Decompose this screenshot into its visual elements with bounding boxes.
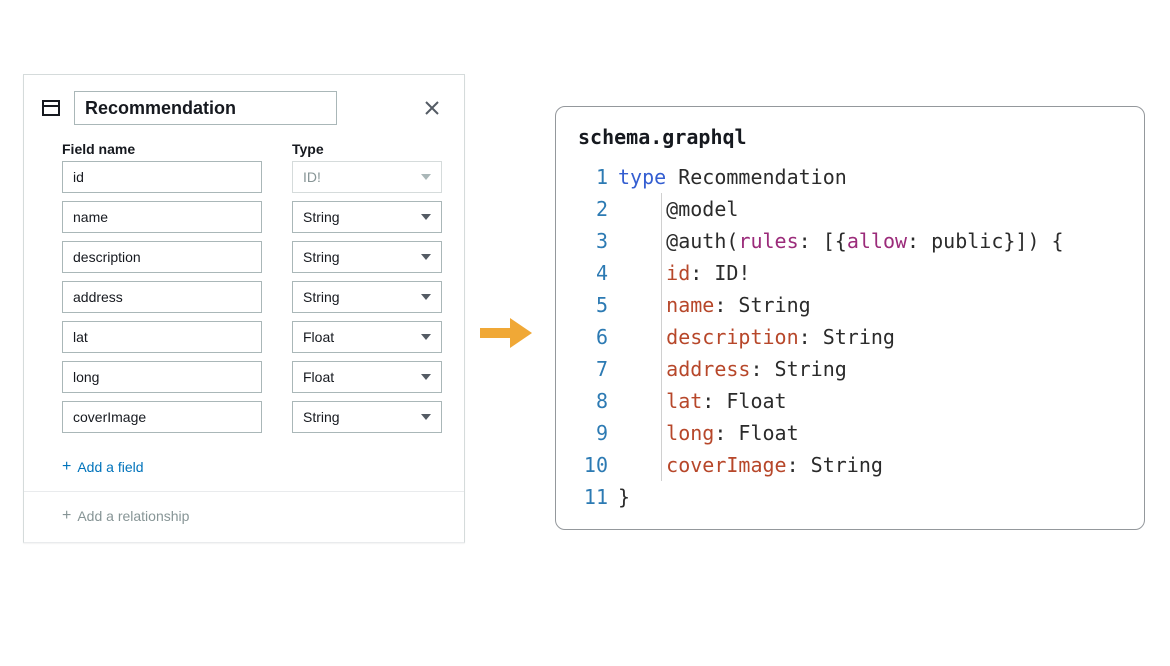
field-type-label: String [303, 409, 340, 425]
code-line: address: String [618, 353, 1144, 385]
field-name-input[interactable] [62, 401, 262, 433]
field-type-label: String [303, 209, 340, 225]
field-name-input[interactable] [62, 161, 262, 193]
field-type-select[interactable]: String [292, 201, 442, 233]
add-field-label: Add a field [77, 459, 143, 475]
schema-code-panel: schema.graphql 1234567891011 type Recomm… [555, 106, 1145, 530]
add-relationship-label: Add a relationship [77, 508, 189, 524]
code-line: } [618, 481, 1144, 513]
field-name-input[interactable] [62, 321, 262, 353]
field-name-input[interactable] [62, 281, 262, 313]
column-headers: Field name Type [24, 135, 464, 161]
code-line: lat: Float [618, 385, 1144, 417]
panel-header [24, 75, 464, 135]
schema-filename: schema.graphql [556, 125, 1144, 161]
code-line: type Recommendation [618, 161, 1144, 193]
model-editor-panel: Field name Type ID! String String String Flo… [23, 74, 465, 543]
code-line: coverImage: String [618, 449, 1144, 481]
line-number-gutter: 1234567891011 [556, 161, 618, 513]
line-number: 2 [556, 193, 608, 225]
close-button[interactable] [420, 96, 444, 120]
line-number: 6 [556, 321, 608, 353]
code-line: @auth(rules: [{allow: public}]) { [618, 225, 1144, 257]
code-line: @model [618, 193, 1144, 225]
plus-icon: + [62, 459, 71, 475]
field-type-select[interactable]: String [292, 401, 442, 433]
line-number: 4 [556, 257, 608, 289]
field-row: ID! [62, 161, 464, 193]
code-line: id: ID! [618, 257, 1144, 289]
field-name-input[interactable] [62, 201, 262, 233]
chevron-down-icon [421, 374, 431, 380]
chevron-down-icon [421, 214, 431, 220]
field-row: Float [62, 361, 464, 393]
column-field-name: Field name [62, 141, 262, 157]
chevron-down-icon [421, 174, 431, 180]
field-type-select[interactable]: String [292, 241, 442, 273]
arrow-icon [480, 318, 532, 348]
field-rows: ID! String String String Float Float String [24, 161, 464, 449]
field-row: Float [62, 321, 464, 353]
field-row: String [62, 241, 464, 273]
line-number: 9 [556, 417, 608, 449]
field-type-label: Float [303, 369, 334, 385]
chevron-down-icon [421, 334, 431, 340]
field-type-label: Float [303, 329, 334, 345]
plus-icon: + [62, 508, 71, 524]
field-type-label: String [303, 289, 340, 305]
field-type-select[interactable]: String [292, 281, 442, 313]
code-line: long: Float [618, 417, 1144, 449]
code-line: description: String [618, 321, 1144, 353]
close-icon [424, 100, 440, 116]
line-number: 1 [556, 161, 608, 193]
field-row: String [62, 401, 464, 433]
model-name-input[interactable] [74, 91, 337, 125]
field-name-input[interactable] [62, 361, 262, 393]
window-icon [42, 100, 60, 116]
chevron-down-icon [421, 414, 431, 420]
add-relationship-button[interactable]: + Add a relationship [24, 491, 464, 542]
line-number: 10 [556, 449, 608, 481]
field-type-select[interactable]: Float [292, 321, 442, 353]
add-field-button[interactable]: + Add a field [24, 449, 464, 491]
line-number: 11 [556, 481, 608, 513]
column-type: Type [292, 141, 442, 157]
chevron-down-icon [421, 254, 431, 260]
line-number: 3 [556, 225, 608, 257]
field-type-label: String [303, 249, 340, 265]
code-lines: type Recommendation @model @auth(rules: … [618, 161, 1144, 513]
code-body: 1234567891011 type Recommendation @model… [556, 161, 1144, 513]
field-type-label: ID! [303, 169, 321, 185]
code-line: name: String [618, 289, 1144, 321]
field-row: String [62, 201, 464, 233]
field-row: String [62, 281, 464, 313]
line-number: 8 [556, 385, 608, 417]
field-type-select: ID! [292, 161, 442, 193]
field-type-select[interactable]: Float [292, 361, 442, 393]
field-name-input[interactable] [62, 241, 262, 273]
chevron-down-icon [421, 294, 431, 300]
line-number: 7 [556, 353, 608, 385]
line-number: 5 [556, 289, 608, 321]
